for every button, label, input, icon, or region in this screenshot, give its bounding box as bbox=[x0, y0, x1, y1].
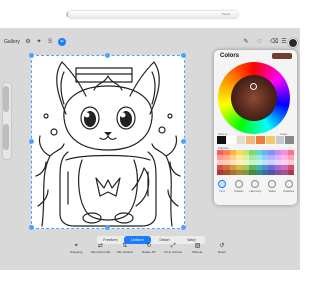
disc-icon bbox=[218, 180, 227, 188]
top-toolbar bbox=[0, 35, 300, 49]
tab-palettes[interactable]: Palettes bbox=[281, 180, 297, 193]
transform-handle-top-right[interactable] bbox=[181, 53, 186, 58]
snapping-icon: ⌖ bbox=[74, 243, 78, 249]
gallery-button[interactable]: Gallery bbox=[4, 39, 20, 45]
brush-opacity-slider[interactable] bbox=[3, 124, 9, 150]
color-selector-knob[interactable] bbox=[250, 83, 257, 90]
apple-pencil bbox=[68, 11, 238, 18]
reset-button[interactable]: ↺ Reset bbox=[212, 243, 232, 260]
color-history bbox=[217, 136, 294, 144]
wrench-icon[interactable]: ⚙ bbox=[24, 38, 32, 46]
palette-swatch[interactable] bbox=[287, 170, 295, 175]
selection-icon[interactable]: S bbox=[46, 38, 54, 46]
flip-horizontal-icon: ⇄ bbox=[97, 243, 103, 249]
transform-toolbar: ⌖ Snapping ⇄ Flip Horizontal ⇅ Flip Vertical ↻… bbox=[64, 243, 234, 260]
smudge-icon[interactable]: ☞ bbox=[256, 38, 264, 46]
tab-classic[interactable]: Classic bbox=[231, 180, 247, 193]
history-swatch[interactable] bbox=[256, 136, 265, 144]
tab-disc[interactable]: Disc bbox=[214, 180, 230, 193]
fit-canvas-icon: ⤢ bbox=[170, 243, 176, 249]
transform-handle-bottom[interactable] bbox=[105, 225, 110, 230]
history-swatch[interactable] bbox=[275, 136, 285, 144]
harmony-icon bbox=[251, 180, 260, 188]
colors-panel-title: Colors bbox=[220, 53, 240, 59]
saturation-brightness-disc[interactable] bbox=[231, 75, 277, 121]
tab-label: Palettes bbox=[283, 189, 295, 193]
palette-row bbox=[217, 170, 295, 175]
transform-handle-top[interactable] bbox=[105, 53, 110, 58]
bilinear-button[interactable]: ▧ Bilinear bbox=[188, 243, 208, 260]
flip-vertical-icon: ⇅ bbox=[122, 243, 128, 249]
snapping-button[interactable]: ⌖ Snapping bbox=[66, 243, 86, 260]
rotate-45-button[interactable]: ↻ Rotate 45° bbox=[139, 243, 159, 260]
transform-handle-left[interactable] bbox=[29, 139, 34, 144]
eraser-icon[interactable]: ⌫ bbox=[270, 38, 278, 46]
tab-label: Harmony bbox=[249, 189, 262, 193]
transform-button-label: Bilinear bbox=[192, 250, 203, 254]
color-mode-tabs: Disc Classic Harmony Value Palettes bbox=[214, 180, 297, 202]
history-swatch[interactable] bbox=[226, 136, 236, 144]
fit-to-canvas-button[interactable]: ⤢ Fit to Canvas bbox=[163, 243, 183, 260]
canvas-artwork[interactable] bbox=[31, 55, 185, 229]
tab-label: Value bbox=[268, 189, 276, 193]
transform-button-label: Rotate 45° bbox=[141, 250, 157, 254]
transform-button-label: Snapping bbox=[69, 250, 83, 254]
transform-handle-bottom-right[interactable] bbox=[181, 225, 186, 230]
interpolation-icon: ▧ bbox=[194, 243, 201, 249]
magic-wand-icon[interactable]: ✦ bbox=[35, 38, 43, 46]
value-icon bbox=[268, 180, 277, 188]
pencil-label: Pencil bbox=[222, 12, 231, 16]
transform-button-label: Flip Vertical bbox=[116, 250, 133, 254]
color-picker-button[interactable] bbox=[288, 38, 298, 48]
reset-icon: ↺ bbox=[219, 243, 225, 249]
rotate-icon: ↻ bbox=[146, 243, 152, 249]
transform-button-label: Flip Horizontal bbox=[90, 250, 111, 254]
default-palette bbox=[217, 150, 295, 176]
transform-button-label: Reset bbox=[217, 250, 226, 254]
history-swatch[interactable] bbox=[285, 136, 294, 144]
tab-label: Classic bbox=[234, 189, 244, 193]
tab-value[interactable]: Value bbox=[264, 180, 280, 193]
transform-handle-right[interactable] bbox=[181, 139, 186, 144]
transform-button-label: Fit to Canvas bbox=[164, 250, 183, 254]
transform-icon[interactable]: ➢ bbox=[58, 38, 66, 46]
brush-icon[interactable]: ✎ bbox=[242, 38, 250, 46]
transform-handle-top-left[interactable] bbox=[29, 53, 34, 58]
flip-horizontal-button[interactable]: ⇄ Flip Horizontal bbox=[90, 243, 110, 260]
transform-handle-bottom-left[interactable] bbox=[29, 225, 34, 230]
history-swatch[interactable] bbox=[217, 136, 226, 144]
history-swatch[interactable] bbox=[236, 136, 246, 144]
flip-vertical-button[interactable]: ⇅ Flip Vertical bbox=[115, 243, 135, 260]
fox-in-jar-illustration bbox=[35, 61, 181, 227]
layers-icon[interactable]: ☰ bbox=[280, 38, 288, 46]
history-swatch[interactable] bbox=[265, 136, 275, 144]
colors-panel: Colors History Clear Palettes Disc Classi… bbox=[214, 50, 297, 205]
palettes-icon bbox=[284, 180, 293, 188]
current-color-swatch[interactable] bbox=[272, 53, 292, 59]
tab-harmony[interactable]: Harmony bbox=[247, 180, 263, 193]
history-swatch[interactable] bbox=[246, 136, 255, 144]
brush-size-slider[interactable] bbox=[3, 86, 9, 112]
tab-label: Disc bbox=[219, 189, 226, 193]
classic-icon bbox=[234, 180, 243, 188]
